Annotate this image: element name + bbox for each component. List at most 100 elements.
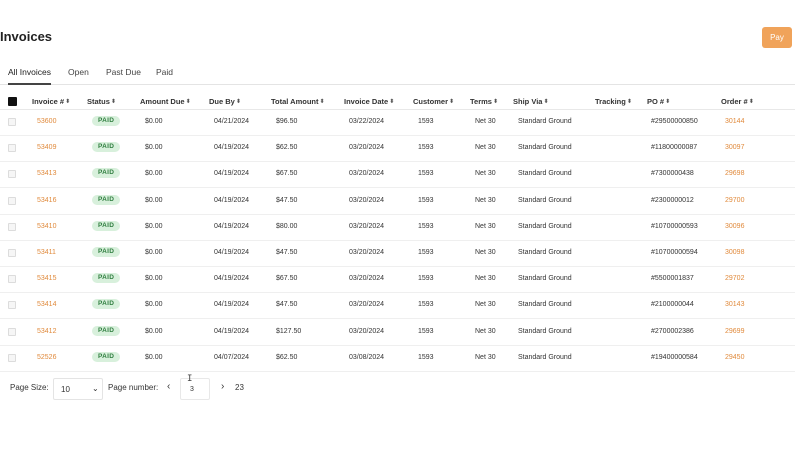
page-number-value: 3 bbox=[190, 386, 194, 393]
invoice-date: 03/08/2024 bbox=[349, 353, 385, 361]
amount-due: $0.00 bbox=[145, 118, 163, 125]
column-header-po-number[interactable]: PO #⬍ bbox=[647, 97, 670, 106]
pagination: Page Size: 10 ⌄ Page number: ‹ 3 I › 23 bbox=[0, 374, 300, 401]
select-all-checkbox[interactable] bbox=[8, 97, 17, 106]
due-by: 04/19/2024 bbox=[214, 144, 250, 152]
invoice-link[interactable]: 53409 bbox=[37, 144, 56, 151]
order-link[interactable]: 29700 bbox=[725, 197, 744, 204]
invoice-date: 03/20/2024 bbox=[349, 275, 385, 283]
table-row[interactable]: PAID 53413 $0.00 04/19/2024 $67.50 03/20/2024… bbox=[0, 162, 795, 189]
order-link[interactable]: 30144 bbox=[725, 118, 744, 125]
table-row[interactable]: PAID 53412 $0.00 04/19/2024 $127.50 03/20/202… bbox=[0, 320, 795, 346]
column-header-due-by[interactable]: Due By⬍ bbox=[209, 97, 241, 106]
tab-open[interactable]: Open bbox=[68, 62, 89, 85]
total-amount: $127.50 bbox=[276, 327, 302, 335]
sort-icon: ⬍ bbox=[319, 99, 325, 105]
invoice-link[interactable]: 53415 bbox=[37, 275, 56, 282]
row-checkbox[interactable] bbox=[8, 327, 16, 336]
total-amount: $80.00 bbox=[276, 222, 298, 230]
invoice-link[interactable]: 53413 bbox=[37, 170, 56, 177]
chevron-left-icon[interactable]: ‹ bbox=[167, 381, 170, 392]
order-link[interactable]: 30096 bbox=[725, 223, 744, 230]
column-header-ship-via[interactable]: Ship Via⬍ bbox=[513, 97, 549, 106]
tab-all-invoices[interactable]: All Invoices bbox=[8, 62, 51, 85]
invoice-link[interactable]: 53412 bbox=[37, 328, 56, 335]
amount-due: $0.00 bbox=[145, 249, 163, 256]
due-by: 04/21/2024 bbox=[214, 118, 250, 125]
customer: 1593 bbox=[418, 170, 434, 178]
status-badge: PAID bbox=[92, 325, 121, 336]
total-amount: $67.50 bbox=[276, 170, 298, 178]
order-link[interactable]: 30098 bbox=[725, 249, 744, 256]
status-badge: PAID bbox=[92, 273, 121, 284]
page-number-input[interactable]: 3 bbox=[180, 378, 210, 400]
due-by: 04/19/2024 bbox=[214, 301, 250, 309]
table-header: Invoice #⬍ Status⬍ Amount Due⬍ Due By⬍ Total… bbox=[0, 94, 795, 110]
column-header-customer[interactable]: Customer⬍ bbox=[413, 97, 454, 106]
invoice-link[interactable]: 53410 bbox=[37, 223, 56, 230]
total-amount: $67.50 bbox=[276, 275, 298, 283]
order-link[interactable]: 29699 bbox=[725, 328, 744, 335]
order-link[interactable]: 30143 bbox=[725, 301, 744, 308]
chevron-down-icon: ⌄ bbox=[92, 384, 99, 393]
total-amount: $62.50 bbox=[276, 144, 298, 152]
order-link[interactable]: 29702 bbox=[725, 275, 744, 282]
column-header-status[interactable]: Status⬍ bbox=[87, 97, 116, 106]
terms: Net 30 bbox=[475, 144, 496, 152]
due-by: 04/19/2024 bbox=[214, 327, 250, 335]
order-link[interactable]: 30097 bbox=[725, 144, 744, 151]
invoice-link[interactable]: 53416 bbox=[37, 197, 56, 204]
order-link[interactable]: 29698 bbox=[725, 170, 744, 177]
row-checkbox[interactable] bbox=[8, 196, 16, 205]
invoice-date: 03/20/2024 bbox=[349, 301, 385, 309]
column-header-amount-due[interactable]: Amount Due⬍ bbox=[140, 97, 191, 106]
column-header-label: Invoice Date bbox=[344, 97, 389, 106]
invoice-date: 03/22/2024 bbox=[349, 118, 385, 125]
chevron-right-icon[interactable]: › bbox=[221, 381, 224, 392]
pay-button[interactable]: Pay bbox=[762, 27, 792, 48]
invoice-link[interactable]: 52526 bbox=[37, 354, 56, 361]
column-header-label: Order # bbox=[721, 97, 748, 106]
column-header-total-amount[interactable]: Total Amount⬍ bbox=[271, 97, 325, 106]
table-row[interactable]: PAID 53600 $0.00 04/21/2024 $96.50 03/22/2024… bbox=[0, 110, 795, 136]
table-row[interactable]: PAID 53416 $0.00 04/19/2024 $47.50 03/20/2024… bbox=[0, 189, 795, 215]
invoice-link[interactable]: 53600 bbox=[37, 118, 56, 125]
row-checkbox[interactable] bbox=[8, 222, 16, 231]
column-header-order-number[interactable]: Order #⬍ bbox=[721, 97, 754, 106]
page-size-select[interactable]: 10 ⌄ bbox=[53, 378, 103, 400]
ship-via: Standard Ground bbox=[518, 249, 572, 256]
terms: Net 30 bbox=[475, 118, 496, 125]
status-badge: PAID bbox=[92, 351, 121, 362]
row-checkbox[interactable] bbox=[8, 353, 16, 362]
page-number-label: Page number: bbox=[108, 383, 159, 392]
table-row[interactable]: PAID 53414 $0.00 04/19/2024 $47.50 03/20/2024… bbox=[0, 293, 795, 320]
ship-via: Standard Ground bbox=[518, 327, 572, 335]
amount-due: $0.00 bbox=[145, 327, 163, 335]
column-header-tracking[interactable]: Tracking⬍ bbox=[595, 97, 632, 106]
table-row[interactable]: PAID 52526 $0.00 04/07/2024 $62.50 03/08/2024… bbox=[0, 346, 795, 372]
customer: 1593 bbox=[418, 144, 434, 152]
table-row[interactable]: PAID 53410 $0.00 04/19/2024 $80.00 03/20/2024… bbox=[0, 215, 795, 241]
tab-paid[interactable]: Paid bbox=[156, 62, 173, 85]
column-header-label: Ship Via bbox=[513, 97, 543, 106]
column-header-invoice-number[interactable]: Invoice #⬍ bbox=[32, 97, 70, 106]
table-row[interactable]: PAID 53415 $0.00 04/19/2024 $67.50 03/20/2024… bbox=[0, 267, 795, 294]
total-amount: $47.50 bbox=[276, 196, 298, 204]
order-link[interactable]: 29450 bbox=[725, 354, 744, 361]
row-checkbox[interactable] bbox=[8, 118, 16, 126]
row-checkbox[interactable] bbox=[8, 170, 16, 179]
invoice-link[interactable]: 53414 bbox=[37, 301, 56, 308]
row-checkbox[interactable] bbox=[8, 144, 16, 153]
row-checkbox[interactable] bbox=[8, 249, 16, 257]
column-header-invoice-date[interactable]: Invoice Date⬍ bbox=[344, 97, 394, 106]
invoice-date: 03/20/2024 bbox=[349, 222, 385, 230]
table-row[interactable]: PAID 53409 $0.00 04/19/2024 $62.50 03/20/2024… bbox=[0, 136, 795, 163]
row-checkbox[interactable] bbox=[8, 301, 16, 310]
column-header-terms[interactable]: Terms⬍ bbox=[470, 97, 498, 106]
row-checkbox[interactable] bbox=[8, 275, 16, 284]
invoice-link[interactable]: 53411 bbox=[37, 249, 56, 256]
table-row[interactable]: PAID 53411 $0.00 04/19/2024 $47.50 03/20/2024… bbox=[0, 241, 795, 267]
tab-past-due[interactable]: Past Due bbox=[106, 62, 141, 85]
column-header-label: Invoice # bbox=[32, 97, 65, 106]
invoice-date: 03/20/2024 bbox=[349, 327, 385, 335]
